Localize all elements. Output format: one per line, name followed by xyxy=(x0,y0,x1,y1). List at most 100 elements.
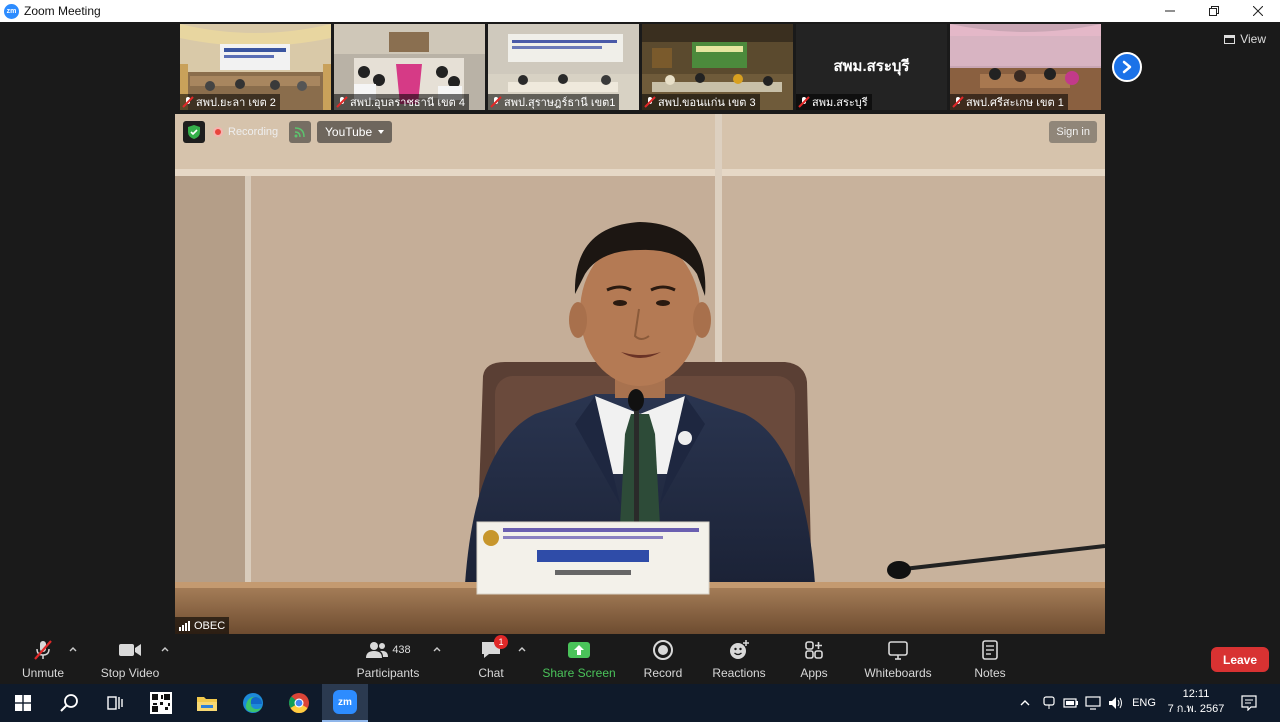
reactions-button[interactable]: Reactions xyxy=(710,638,768,682)
search-button[interactable] xyxy=(46,684,92,722)
muted-mic-icon xyxy=(798,96,810,108)
network-status[interactable] xyxy=(1084,684,1102,722)
stop-video-button[interactable]: Stop Video xyxy=(100,638,160,682)
zoom-app-icon: zm xyxy=(4,3,19,19)
muted-mic-icon xyxy=(490,96,502,108)
qr-app-button[interactable] xyxy=(138,684,184,722)
volume-control[interactable] xyxy=(1106,684,1126,722)
window-controls xyxy=(1148,0,1280,22)
start-button[interactable] xyxy=(0,684,46,722)
security-button[interactable] xyxy=(183,121,205,143)
video-camera-icon xyxy=(119,644,141,656)
live-stream-icon xyxy=(294,127,305,138)
notes-icon xyxy=(982,640,998,660)
record-button[interactable]: Record xyxy=(640,638,686,682)
participant-thumbnail[interactable]: สพป.อุบลราชธานี เขต 4 xyxy=(334,24,485,110)
system-clock[interactable]: 12:11 7 ก.พ. 2567 xyxy=(1160,687,1232,717)
task-view-icon xyxy=(107,696,123,710)
apps-button[interactable]: Apps xyxy=(796,638,832,682)
chevron-up-icon xyxy=(1020,700,1030,706)
speaker-video-feed xyxy=(175,114,1105,634)
participant-thumbnail[interactable]: สพป.ศรีสะเกษ เขต 1 xyxy=(950,24,1101,110)
meeting-toolbar: Unmute Stop Video 438 Participants 1 Cha… xyxy=(0,634,1280,684)
participant-thumbnail[interactable]: สพม.สระบุรี สพม.สระบุรี xyxy=(796,24,947,110)
participant-label: สพป.ศรีสะเกษ เขต 1 xyxy=(950,94,1068,110)
restore-button[interactable] xyxy=(1192,0,1236,22)
edge-browser-button[interactable] xyxy=(230,684,276,722)
chevron-up-icon xyxy=(433,647,441,652)
battery-icon xyxy=(1063,698,1078,708)
participants-count: 438 xyxy=(392,644,411,656)
participant-thumbnail[interactable]: สพป.ขอนแก่น เขต 3 xyxy=(642,24,793,110)
windows-start-icon xyxy=(15,695,31,711)
battery-status[interactable] xyxy=(1062,684,1080,722)
shield-icon xyxy=(188,125,200,139)
view-icon xyxy=(1224,34,1236,44)
audio-options-button[interactable] xyxy=(68,644,78,654)
clock-date: 7 ก.พ. 2567 xyxy=(1167,703,1225,715)
file-explorer-icon xyxy=(197,697,217,711)
muted-mic-icon xyxy=(336,96,348,108)
notes-button[interactable]: Notes xyxy=(968,638,1012,682)
caret-down-icon xyxy=(378,130,385,134)
chrome-browser-button[interactable] xyxy=(276,684,322,722)
record-icon xyxy=(653,640,673,660)
language-indicator[interactable]: ENG xyxy=(1130,684,1158,722)
meet-now-icon xyxy=(1043,696,1055,709)
meeting-stage: สพป.ยะลา เขต 2 สพป.อุบลราชธานี เขต 4 สพป… xyxy=(0,22,1280,634)
window-title: Zoom Meeting xyxy=(24,4,101,18)
close-icon xyxy=(1253,6,1263,16)
file-explorer-button[interactable] xyxy=(184,684,230,722)
minimize-icon xyxy=(1165,10,1175,12)
zoom-icon: zm xyxy=(333,690,357,714)
participant-display-name: สพม.สระบุรี xyxy=(833,58,910,75)
next-page-button[interactable] xyxy=(1112,52,1142,82)
speaker-name-tag: OBEC xyxy=(175,617,230,634)
leave-button[interactable]: Leave xyxy=(1211,647,1269,672)
muted-mic-icon xyxy=(952,96,964,108)
participants-icon xyxy=(366,642,389,658)
signal-strength-icon xyxy=(179,620,190,631)
participant-label: สพป.ยะลา เขต 2 xyxy=(180,94,280,110)
chevron-up-icon xyxy=(161,647,169,652)
youtube-stream-dropdown[interactable]: YouTube xyxy=(317,121,393,143)
notifications-button[interactable] xyxy=(1236,684,1262,722)
chevron-right-icon xyxy=(1122,60,1132,74)
zoom-taskbar-button[interactable]: zm xyxy=(322,684,368,722)
view-button[interactable]: View xyxy=(1224,32,1266,46)
share-screen-button[interactable]: Share Screen xyxy=(542,638,616,682)
video-options-button[interactable] xyxy=(160,644,170,654)
whiteboards-button[interactable]: Whiteboards xyxy=(862,638,934,682)
sign-in-button[interactable]: Sign in xyxy=(1049,121,1097,143)
restore-icon xyxy=(1209,6,1219,16)
apps-icon xyxy=(805,641,823,659)
participants-button[interactable]: 438 Participants xyxy=(355,638,421,682)
show-hidden-icons-button[interactable] xyxy=(1016,684,1034,722)
minimize-button[interactable] xyxy=(1148,0,1192,22)
close-button[interactable] xyxy=(1236,0,1280,22)
active-speaker-video[interactable]: Recording YouTube Sign in OBEC xyxy=(175,114,1105,634)
tray-app-icon-button[interactable] xyxy=(1040,684,1058,722)
live-stream-button[interactable] xyxy=(289,121,311,143)
participant-label: สพป.ขอนแก่น เขต 3 xyxy=(642,94,760,110)
task-view-button[interactable] xyxy=(92,684,138,722)
chat-options-button[interactable] xyxy=(517,644,527,654)
chat-unread-badge: 1 xyxy=(494,635,508,649)
whiteboard-icon xyxy=(888,641,908,660)
participant-label: สพป.อุบลราชธานี เขต 4 xyxy=(334,94,469,110)
chevron-up-icon xyxy=(518,647,526,652)
title-bar: zm Zoom Meeting xyxy=(0,0,1280,22)
participant-thumbnail[interactable]: สพป.ยะลา เขต 2 xyxy=(180,24,331,110)
participant-thumbnail[interactable]: สพป.สุราษฎร์ธานี เขต1 xyxy=(488,24,639,110)
muted-mic-icon xyxy=(182,96,194,108)
participants-options-button[interactable] xyxy=(432,644,442,654)
recording-indicator[interactable]: Recording xyxy=(213,123,278,141)
notification-center-icon xyxy=(1241,695,1257,711)
recording-dot-icon xyxy=(213,127,223,137)
edge-icon xyxy=(243,693,263,713)
speaker-icon xyxy=(1109,697,1122,709)
unmute-button[interactable]: Unmute xyxy=(18,638,68,682)
chat-button[interactable]: 1 Chat xyxy=(474,635,508,682)
search-icon xyxy=(60,694,78,712)
participant-label: สพป.สุราษฎร์ธานี เขต1 xyxy=(488,94,620,110)
